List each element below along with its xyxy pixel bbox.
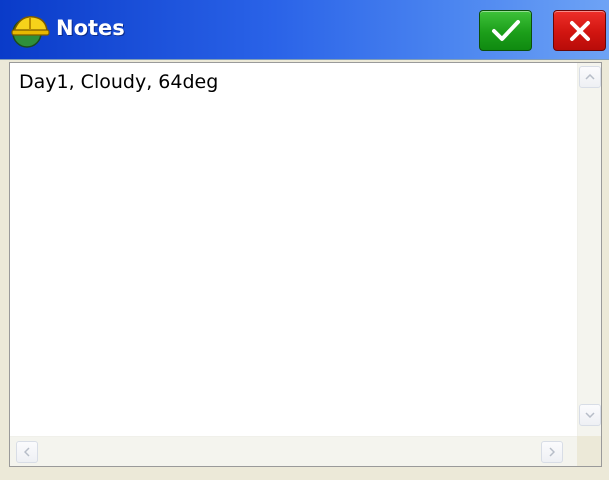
close-icon	[568, 19, 592, 43]
notes-text-area[interactable]: Day1, Cloudy, 64deg	[10, 63, 577, 436]
scrollbar-corner	[577, 436, 601, 466]
chevron-up-icon	[585, 74, 595, 80]
chevron-right-icon	[549, 447, 555, 457]
scroll-right-button[interactable]	[541, 441, 563, 463]
title-bar: Notes	[0, 0, 609, 60]
notes-editor: Day1, Cloudy, 64deg	[9, 62, 602, 467]
hardhat-globe-icon	[10, 11, 50, 51]
scroll-down-button[interactable]	[579, 404, 601, 426]
window-title: Notes	[56, 16, 125, 40]
horizontal-scrollbar[interactable]	[10, 436, 577, 466]
chevron-down-icon	[585, 412, 595, 418]
scroll-left-button[interactable]	[16, 441, 38, 463]
ok-button[interactable]	[479, 10, 532, 51]
chevron-left-icon	[24, 447, 30, 457]
vertical-scrollbar[interactable]	[577, 63, 601, 436]
checkmark-icon	[491, 18, 521, 44]
scroll-up-button[interactable]	[579, 66, 601, 88]
cancel-button[interactable]	[553, 10, 606, 51]
